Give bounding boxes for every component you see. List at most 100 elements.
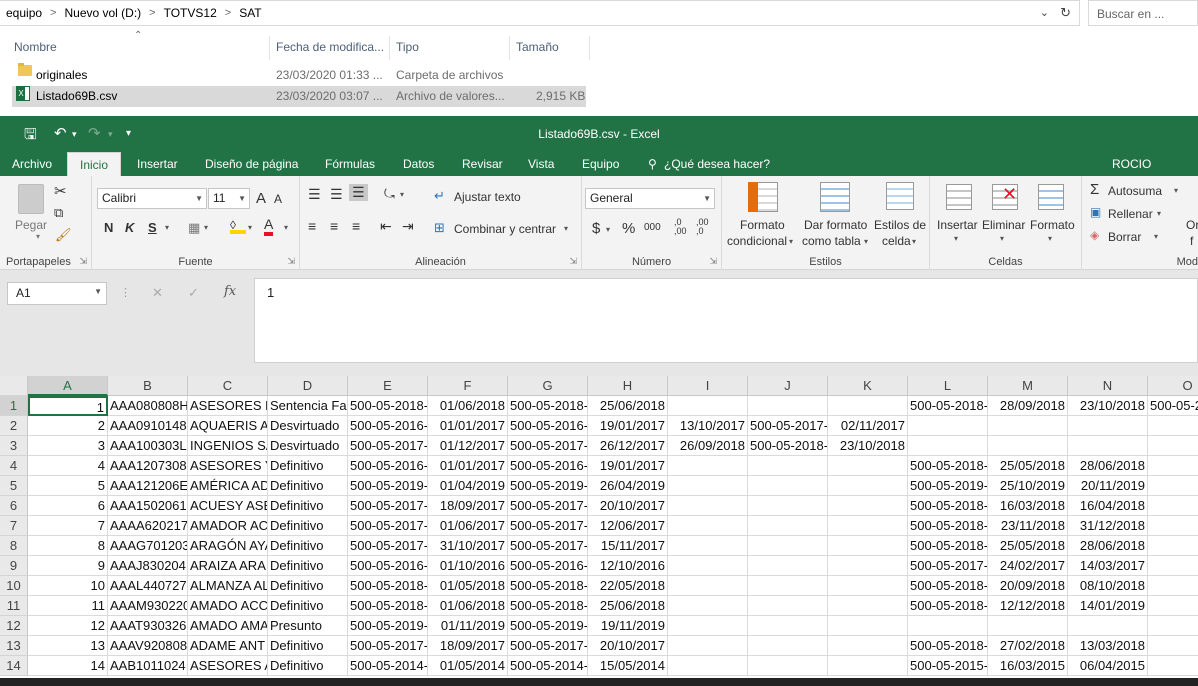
cell-c6[interactable]: ACUESY ASE: [188, 496, 268, 516]
cell-a11[interactable]: 11: [28, 596, 108, 616]
cell-j3[interactable]: 500-05-2018-: [748, 436, 828, 456]
cell-g7[interactable]: 500-05-2017-: [508, 516, 588, 536]
currency-dropdown-icon[interactable]: ▾: [606, 225, 610, 234]
cell-d5[interactable]: Definitivo: [268, 476, 348, 496]
row-header-11[interactable]: 11: [0, 596, 28, 616]
cell-j10[interactable]: [748, 576, 828, 596]
cell-k13[interactable]: [828, 636, 908, 656]
cell-i12[interactable]: [668, 616, 748, 636]
cell-k3[interactable]: 23/10/2018: [828, 436, 908, 456]
cell-n8[interactable]: 28/06/2018: [1068, 536, 1148, 556]
breadcrumb-equipo[interactable]: equipo: [0, 6, 48, 20]
cell-j8[interactable]: [748, 536, 828, 556]
cell-a13[interactable]: 13: [28, 636, 108, 656]
format-as-table-button[interactable]: Dar formato: [804, 218, 867, 232]
cell-c10[interactable]: ALMANZA AL: [188, 576, 268, 596]
fill-color-dropdown-icon[interactable]: ▾: [248, 223, 252, 232]
cell-k5[interactable]: [828, 476, 908, 496]
cell-b4[interactable]: AAA1207308: [108, 456, 188, 476]
breadcrumb-sat[interactable]: SAT: [233, 6, 267, 20]
column-header-o[interactable]: O: [1148, 376, 1198, 396]
cell-l14[interactable]: 500-05-2015-: [908, 656, 988, 676]
column-header-type[interactable]: Tipo: [390, 36, 510, 60]
breadcrumb-drive[interactable]: Nuevo vol (D:): [58, 6, 147, 20]
cell-b2[interactable]: AAA0910148: [108, 416, 188, 436]
cell-g6[interactable]: 500-05-2017-: [508, 496, 588, 516]
cell-l5[interactable]: 500-05-2019-: [908, 476, 988, 496]
cell-b9[interactable]: AAAJ830204: [108, 556, 188, 576]
cell-d12[interactable]: Presunto: [268, 616, 348, 636]
cell-c5[interactable]: AMÉRICA AD: [188, 476, 268, 496]
cell-i14[interactable]: [668, 656, 748, 676]
row-header-1[interactable]: 1: [0, 396, 28, 416]
font-color-dropdown-icon[interactable]: ▾: [284, 223, 288, 232]
underline-dropdown-icon[interactable]: ▾: [165, 223, 169, 232]
borders-dropdown-icon[interactable]: ▾: [204, 223, 208, 232]
cell-a9[interactable]: 9: [28, 556, 108, 576]
cell-c8[interactable]: ARAGÓN AYA: [188, 536, 268, 556]
tab-archivo[interactable]: Archivo: [12, 152, 52, 176]
column-header-c[interactable]: C: [188, 376, 268, 396]
cell-g10[interactable]: 500-05-2018-: [508, 576, 588, 596]
chevron-down-icon[interactable]: ▾: [1154, 232, 1158, 241]
cell-g5[interactable]: 500-05-2019-: [508, 476, 588, 496]
cell-d7[interactable]: Definitivo: [268, 516, 348, 536]
row-header-2[interactable]: 2: [0, 416, 28, 436]
cell-n1[interactable]: 23/10/2018: [1068, 396, 1148, 416]
cell-i9[interactable]: [668, 556, 748, 576]
cell-b13[interactable]: AAAV920808: [108, 636, 188, 656]
cell-f1[interactable]: 01/06/2018: [428, 396, 508, 416]
chevron-down-icon[interactable]: ▾: [1048, 234, 1052, 243]
cell-l9[interactable]: 500-05-2017-: [908, 556, 988, 576]
clear-button[interactable]: Borrar: [1108, 230, 1141, 244]
cell-m3[interactable]: [988, 436, 1068, 456]
cell-o1[interactable]: 500-05-2: [1148, 396, 1198, 416]
cell-a6[interactable]: 6: [28, 496, 108, 516]
row-header-3[interactable]: 3: [0, 436, 28, 456]
cell-n5[interactable]: 20/11/2019: [1068, 476, 1148, 496]
format-as-table-button-line2[interactable]: como tabla: [802, 234, 861, 248]
cell-d1[interactable]: Sentencia Fa: [268, 396, 348, 416]
paste-icon[interactable]: [18, 184, 44, 214]
cell-k7[interactable]: [828, 516, 908, 536]
cell-g12[interactable]: 500-05-2019-: [508, 616, 588, 636]
cell-j9[interactable]: [748, 556, 828, 576]
cell-g4[interactable]: 500-05-2016-: [508, 456, 588, 476]
cell-o2[interactable]: [1148, 416, 1198, 436]
cell-f5[interactable]: 01/04/2019: [428, 476, 508, 496]
cell-g14[interactable]: 500-05-2014-: [508, 656, 588, 676]
formula-input[interactable]: 1: [254, 278, 1198, 363]
search-input[interactable]: Buscar en ...: [1088, 0, 1198, 26]
grow-font-button[interactable]: A: [256, 190, 266, 207]
column-header-k[interactable]: K: [828, 376, 908, 396]
cell-styles-button-line2[interactable]: celda: [882, 234, 911, 248]
cell-c9[interactable]: ARAIZA ARAI: [188, 556, 268, 576]
cell-e9[interactable]: 500-05-2016-: [348, 556, 428, 576]
cell-m13[interactable]: 27/02/2018: [988, 636, 1068, 656]
cell-o3[interactable]: [1148, 436, 1198, 456]
cell-d9[interactable]: Definitivo: [268, 556, 348, 576]
autosum-button[interactable]: Autosuma: [1108, 184, 1162, 198]
cell-h14[interactable]: 15/05/2014: [588, 656, 668, 676]
column-header-b[interactable]: B: [108, 376, 188, 396]
column-header-m[interactable]: M: [988, 376, 1068, 396]
cell-n4[interactable]: 28/06/2018: [1068, 456, 1148, 476]
align-right-icon[interactable]: ≡: [352, 218, 360, 234]
cell-l6[interactable]: 500-05-2018-: [908, 496, 988, 516]
dialog-launcher-icon[interactable]: ⇲: [569, 256, 577, 267]
cell-h8[interactable]: 15/11/2017: [588, 536, 668, 556]
tab-vista[interactable]: Vista: [528, 152, 554, 176]
dialog-launcher-icon[interactable]: ⇲: [287, 256, 295, 267]
cell-o11[interactable]: [1148, 596, 1198, 616]
cell-l12[interactable]: [908, 616, 988, 636]
tell-me-search[interactable]: ¿Qué desea hacer?: [664, 152, 770, 176]
cell-n2[interactable]: [1068, 416, 1148, 436]
cell-n7[interactable]: 31/12/2018: [1068, 516, 1148, 536]
cell-i6[interactable]: [668, 496, 748, 516]
cell-o6[interactable]: [1148, 496, 1198, 516]
cell-m9[interactable]: 24/02/2017: [988, 556, 1068, 576]
orientation-dropdown-icon[interactable]: ▾: [400, 190, 404, 199]
cell-a7[interactable]: 7: [28, 516, 108, 536]
align-left-icon[interactable]: ≡: [308, 218, 316, 234]
tab-equipo[interactable]: Equipo: [582, 152, 619, 176]
